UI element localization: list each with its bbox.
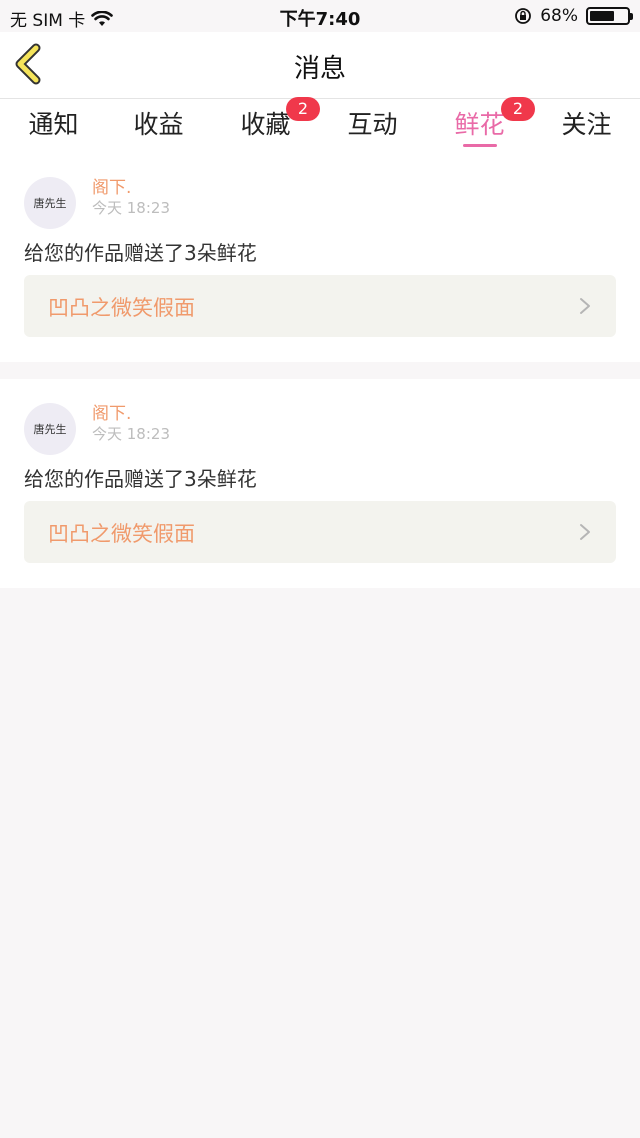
username[interactable]: 阁下. (92, 173, 131, 198)
tab-bar: 通知 收益 收藏 2 互动 鲜花 2 关注 (0, 97, 640, 153)
message-text: 给您的作品赠送了3朵鲜花 (24, 241, 257, 265)
work-title: 凹凸之微笑假面 (48, 296, 195, 320)
orientation-lock-icon (515, 8, 532, 24)
tab-following[interactable]: 关注 (533, 105, 640, 141)
timestamp: 今天 18:23 (92, 199, 170, 217)
status-bar: 无 SIM 卡 下午7:40 68% (0, 0, 640, 32)
tab-label: 收益 (133, 110, 184, 139)
tab-interactions[interactable]: 互动 (319, 105, 426, 141)
tab-favorites[interactable]: 收藏 2 (212, 97, 320, 141)
work-link[interactable]: 凹凸之微笑假面 (24, 275, 616, 337)
tab-notifications[interactable]: 通知 (0, 105, 107, 141)
status-right: 68% (514, 6, 633, 26)
tab-flowers[interactable]: 鲜花 2 (426, 97, 535, 147)
tab-earnings[interactable]: 收益 (105, 105, 212, 141)
page-title: 消息 (293, 54, 346, 84)
battery-icon (586, 7, 633, 25)
chevron-right-icon (580, 298, 590, 314)
work-link[interactable]: 凹凸之微笑假面 (24, 501, 616, 563)
unread-badge: 2 (501, 97, 535, 121)
avatar-text: 唐先生 (33, 197, 67, 210)
tab-label: 关注 (561, 110, 612, 139)
avatar[interactable]: 唐先生 (24, 403, 76, 455)
tab-label: 通知 (28, 110, 79, 139)
battery-percent: 68% (540, 6, 578, 26)
active-tab-indicator (462, 144, 497, 147)
message-card: 唐先生 阁下. 今天 18:23 给您的作品赠送了3朵鲜花 凹凸之微笑假面 (0, 153, 640, 362)
tab-label: 收藏 (240, 110, 291, 139)
tab-label: 互动 (347, 110, 398, 139)
timestamp: 今天 18:23 (92, 425, 170, 443)
message-card: 唐先生 阁下. 今天 18:23 给您的作品赠送了3朵鲜花 凹凸之微笑假面 (0, 379, 640, 588)
message-text: 给您的作品赠送了3朵鲜花 (24, 467, 257, 491)
username[interactable]: 阁下. (92, 399, 131, 424)
work-title: 凹凸之微笑假面 (48, 522, 195, 546)
avatar[interactable]: 唐先生 (24, 177, 76, 229)
unread-badge: 2 (286, 97, 320, 121)
tab-label: 鲜花 (454, 110, 505, 139)
battery-level (590, 11, 615, 21)
nav-bar: 消息 (0, 32, 640, 99)
avatar-text: 唐先生 (33, 423, 67, 436)
chevron-right-icon (580, 524, 590, 540)
